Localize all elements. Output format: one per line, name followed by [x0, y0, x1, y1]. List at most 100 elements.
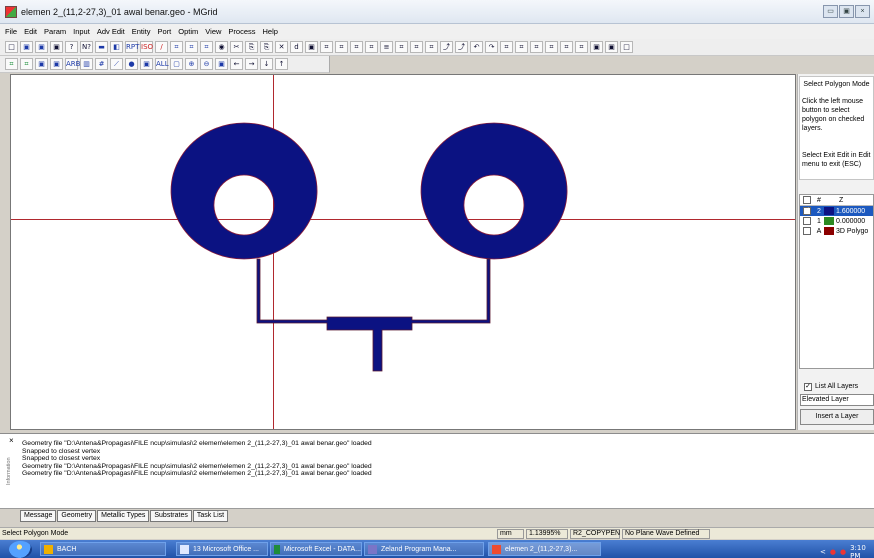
geometry-canvas[interactable] — [10, 74, 796, 430]
move-icon[interactable]: ⌗ — [350, 41, 363, 53]
select-all-icon[interactable]: ALL — [155, 58, 169, 70]
new-file-icon[interactable]: □ — [5, 41, 18, 53]
layer-checkbox[interactable] — [803, 227, 811, 235]
minimize-button[interactable]: ▭ — [823, 5, 838, 18]
view-front-icon[interactable]: ▣ — [35, 58, 48, 70]
menu-param[interactable]: Param — [44, 27, 66, 36]
fit-view-icon[interactable]: ▣ — [215, 58, 228, 70]
taskbar-item-mgrid[interactable]: elemen 2_(11,2-27,3)... — [488, 542, 601, 556]
select-tool-icon[interactable]: ⌗ — [170, 41, 183, 53]
circle-icon[interactable]: ● — [125, 58, 138, 70]
mirror-icon[interactable]: ⌗ — [320, 41, 333, 53]
vertex-icon[interactable]: ⌗ — [560, 41, 573, 53]
zoom-box-icon[interactable]: ▢ — [170, 58, 183, 70]
layer-row-a[interactable]: A 3D Polygo — [800, 226, 873, 236]
properties-icon[interactable]: ▣ — [590, 41, 603, 53]
layer-row-1[interactable]: 1 0.000000 — [800, 216, 873, 226]
insert-layer-button[interactable]: Insert a Layer — [800, 409, 874, 425]
menu-port[interactable]: Port — [158, 27, 172, 36]
array-icon[interactable]: ⌗ — [395, 41, 408, 53]
zoom-grid-icon[interactable]: ⌗ — [5, 58, 18, 70]
print-icon[interactable]: ▣ — [50, 41, 63, 53]
snap-tool-icon[interactable]: ⌗ — [200, 41, 213, 53]
duplicate-icon[interactable]: d — [290, 41, 303, 53]
tab-geometry[interactable]: Geometry — [57, 510, 97, 522]
send-back-icon[interactable]: ⤴ — [455, 41, 468, 53]
group-icon[interactable]: ⌗ — [410, 41, 423, 53]
delete-icon[interactable]: ✕ — [275, 41, 288, 53]
rotate-icon[interactable]: ⌗ — [335, 41, 348, 53]
elevated-layer-field[interactable]: Elevated Layer — [800, 394, 874, 406]
list-all-layers-option[interactable]: ✓ List All Layers — [801, 381, 873, 392]
tab-metallic-types[interactable]: Metallic Types — [97, 510, 150, 522]
context-help-icon[interactable]: N? — [80, 41, 93, 53]
close-button[interactable]: × — [855, 5, 870, 18]
draw-line-icon[interactable]: ⟋ — [110, 58, 123, 70]
table-icon[interactable]: □ — [620, 41, 633, 53]
feed-line-polygon[interactable] — [256, 258, 491, 372]
menu-view[interactable]: View — [205, 27, 221, 36]
right-ring-polygon[interactable] — [420, 122, 568, 260]
left-ring-polygon[interactable] — [170, 122, 318, 260]
tab-task-list[interactable]: Task List — [192, 510, 229, 522]
bring-forward-icon[interactable]: ⤴ — [440, 41, 453, 53]
start-button-icon[interactable] — [9, 541, 32, 558]
menu-adv-edit[interactable]: Adv Edit — [97, 27, 125, 36]
layers-icon[interactable]: ▬ — [95, 41, 108, 53]
copy-icon[interactable]: ⎘ — [245, 41, 258, 53]
save-file-icon[interactable]: ▣ — [35, 41, 48, 53]
pan-up-icon[interactable]: ↑ — [275, 58, 288, 70]
tab-substrates[interactable]: Substrates — [150, 510, 192, 522]
undo-icon[interactable]: ↶ — [470, 41, 483, 53]
show-hidden-icons-icon[interactable]: < — [820, 548, 826, 556]
pan-right-icon[interactable]: → — [245, 58, 258, 70]
taskbar-item-excel[interactable]: Microsoft Excel - DATA... — [270, 542, 362, 556]
restore-button[interactable]: ▣ — [839, 5, 854, 18]
zoom-in-icon[interactable]: ⊕ — [185, 58, 198, 70]
open-file-icon[interactable]: ▣ — [20, 41, 33, 53]
zoom-out-icon[interactable]: ⊖ — [200, 58, 213, 70]
redo-icon[interactable]: ↷ — [485, 41, 498, 53]
snap-grid-icon[interactable]: ⌗ — [515, 41, 528, 53]
zoom-layer-icon[interactable]: ⌗ — [20, 58, 33, 70]
calculator-icon[interactable]: ▣ — [605, 41, 618, 53]
cut-icon[interactable]: ✂ — [230, 41, 243, 53]
selection-filter-icon[interactable]: ⌗ — [530, 41, 543, 53]
grid-icon[interactable]: ⌗ — [500, 41, 513, 53]
list-all-layers-checkbox[interactable]: ✓ — [804, 382, 812, 391]
port-icon[interactable]: ◧ — [110, 41, 123, 53]
paste-icon[interactable]: ⎘ — [260, 41, 273, 53]
stretch-icon[interactable]: ⌗ — [365, 41, 378, 53]
tray-status-icon[interactable]: ● — [830, 548, 836, 556]
menu-file[interactable]: File — [5, 27, 17, 36]
layer-checkbox[interactable] — [803, 217, 811, 225]
polygon-icon[interactable]: ⌗ — [575, 41, 588, 53]
report-icon[interactable]: RPT — [125, 41, 139, 53]
measure-icon[interactable]: ⌗ — [545, 41, 558, 53]
taskbar-item-office[interactable]: 13 Microsoft Office ... — [176, 542, 268, 556]
iso-view-icon[interactable]: ISO — [140, 41, 153, 53]
layer-checkbox[interactable]: ✓ — [803, 207, 811, 215]
edit-polygon-icon[interactable]: ⌗ — [185, 41, 198, 53]
tab-message[interactable]: Message — [20, 510, 57, 522]
taskbar-item-zeland[interactable]: Zeland Program Mana... — [364, 542, 484, 556]
menu-entity[interactable]: Entity — [132, 27, 151, 36]
help-icon[interactable]: ? — [65, 41, 78, 53]
view-back-icon[interactable]: ▣ — [50, 58, 63, 70]
close-message-pane-icon[interactable]: × — [9, 436, 14, 445]
menu-process[interactable]: Process — [228, 27, 255, 36]
taskbar-item-bach[interactable]: BACH — [40, 542, 166, 556]
visibility-icon[interactable]: ◉ — [215, 41, 228, 53]
merge-icon[interactable]: ▣ — [305, 41, 318, 53]
pan-left-icon[interactable]: ← — [230, 58, 243, 70]
arb-icon[interactable]: ARB — [65, 58, 80, 70]
menu-optim[interactable]: Optim — [178, 27, 198, 36]
menu-help[interactable]: Help — [263, 27, 278, 36]
menu-edit[interactable]: Edit — [24, 27, 37, 36]
hash-icon[interactable]: # — [95, 58, 108, 70]
align-icon[interactable]: ≡ — [380, 41, 393, 53]
line-tool-icon[interactable]: / — [155, 41, 168, 53]
menu-input[interactable]: Input — [73, 27, 90, 36]
layer-row-2[interactable]: ✓ 2 1.600000 — [800, 206, 873, 216]
columns-icon[interactable]: ▥ — [80, 58, 93, 70]
